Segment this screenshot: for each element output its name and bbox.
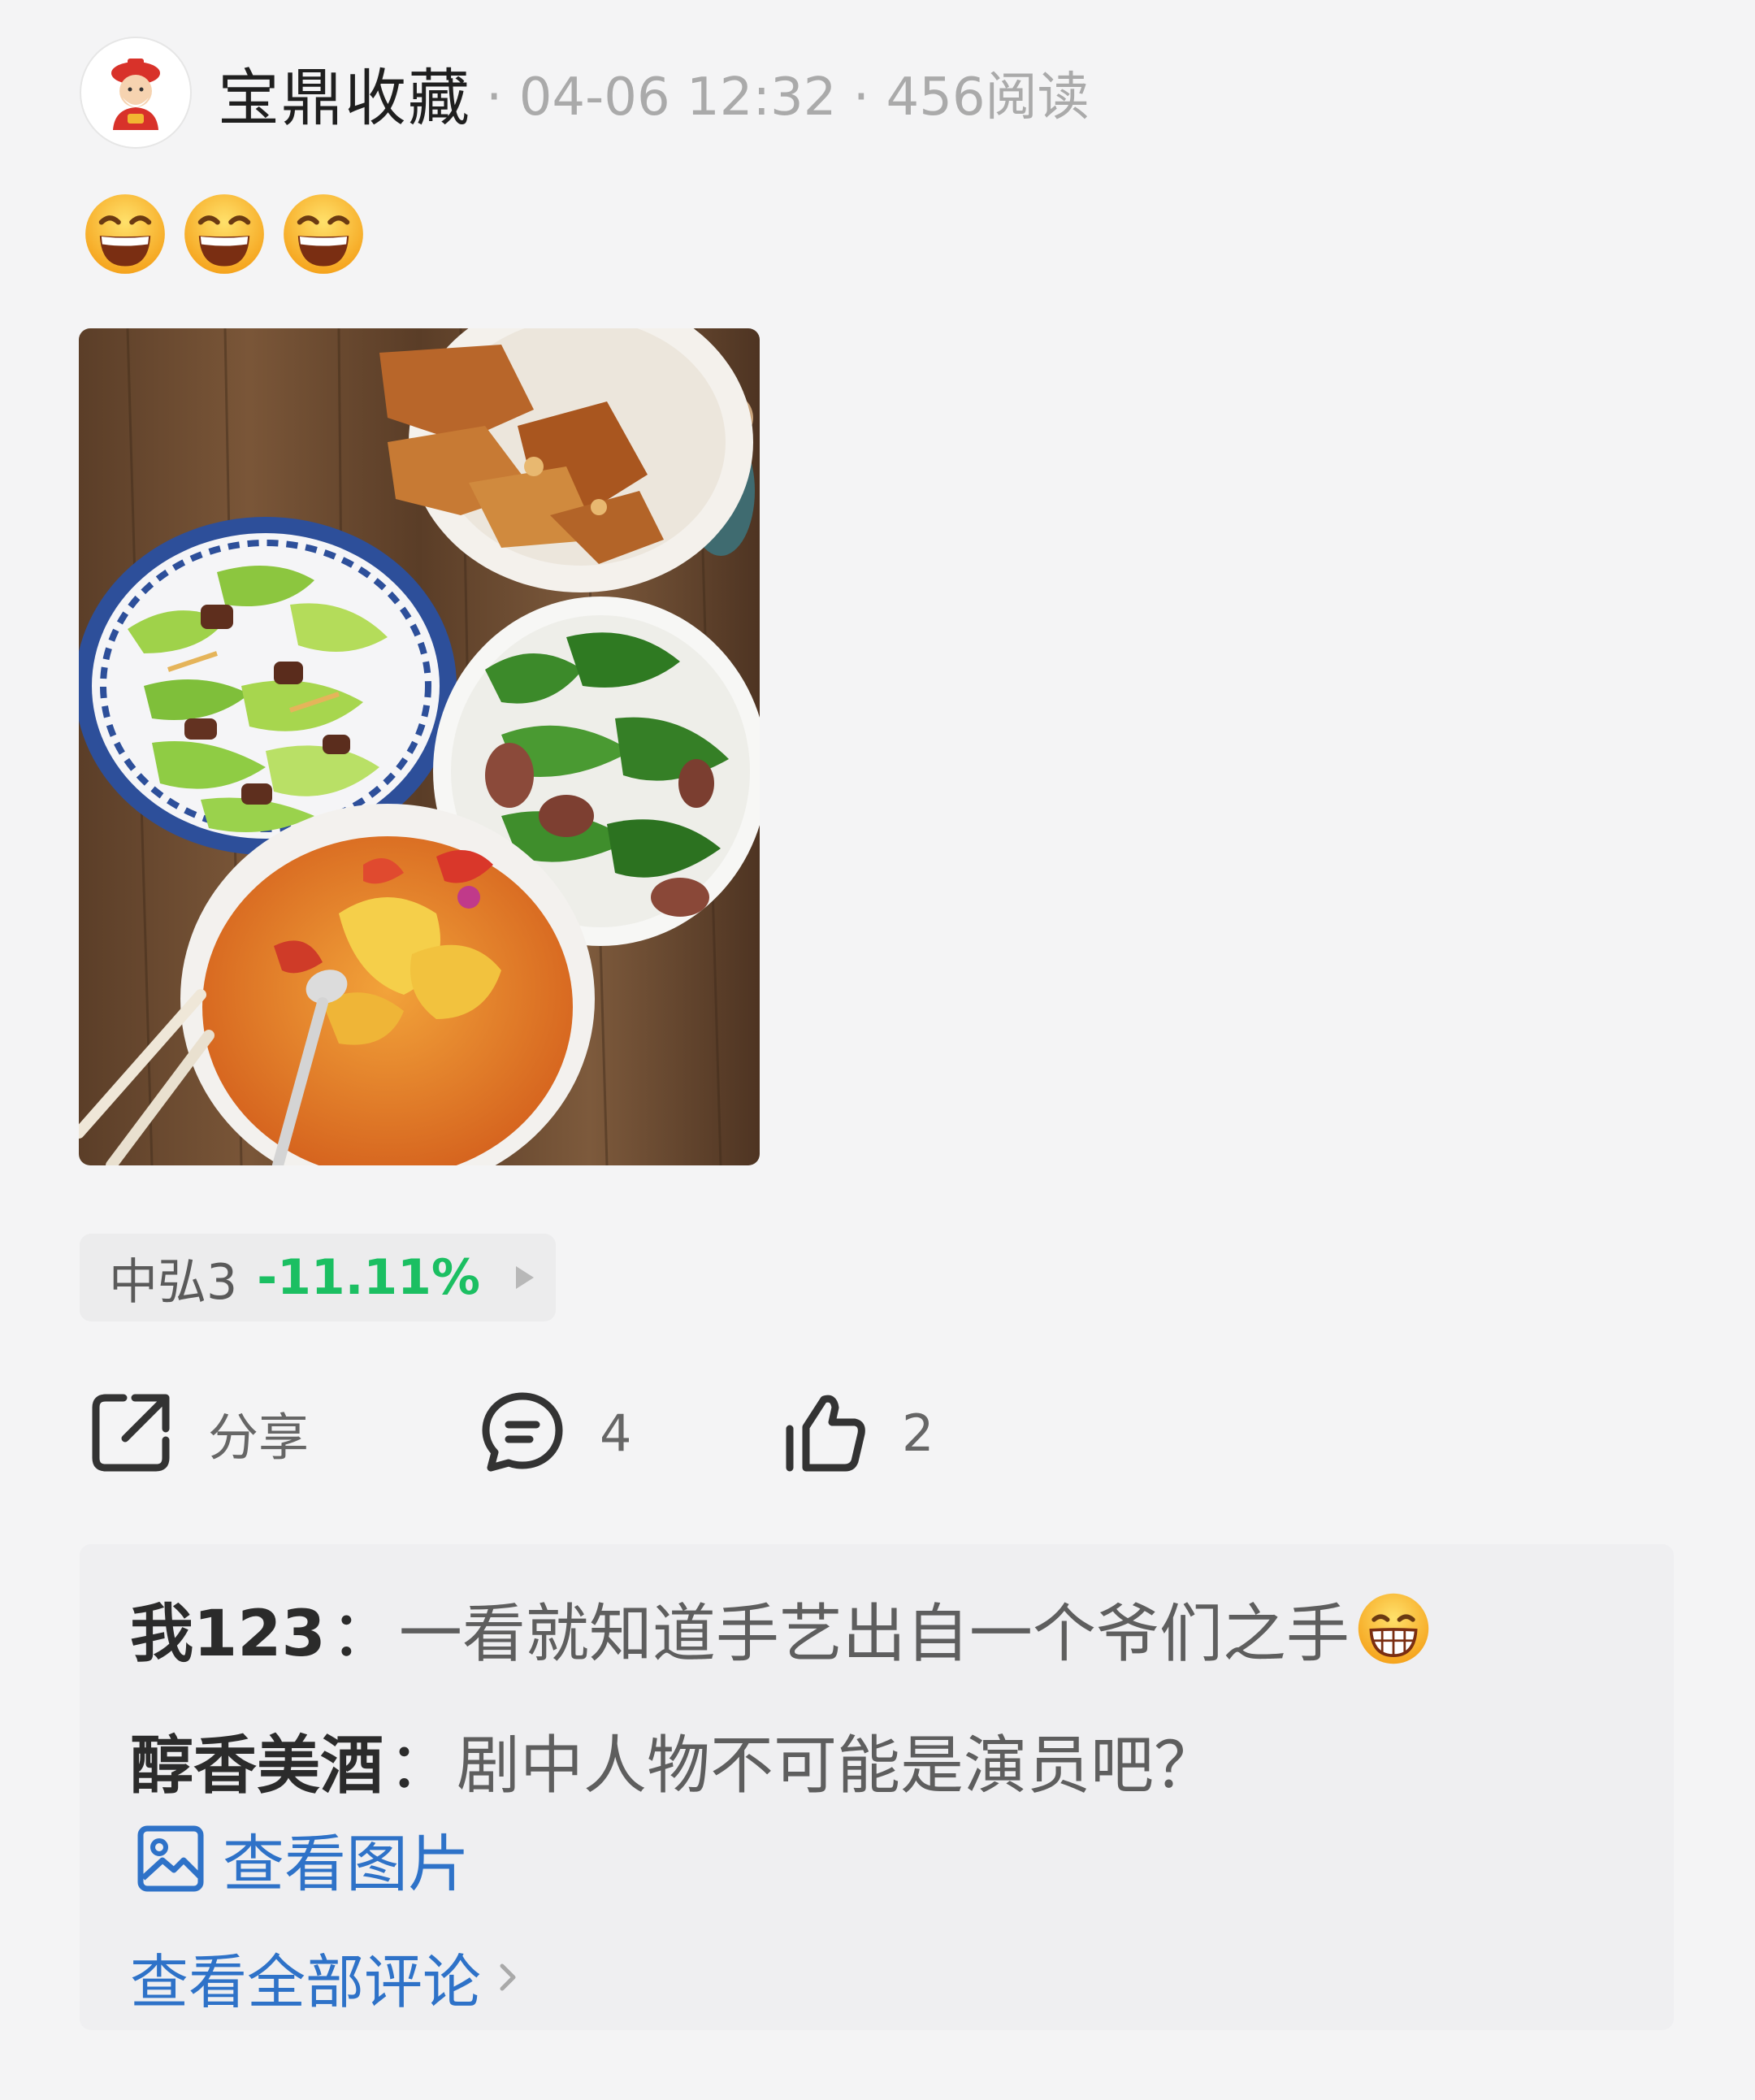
grinning-emoji-icon [184,194,264,274]
view-all-comments-link[interactable]: 查看全部评论 [130,1934,520,2020]
comments-panel: 我123 ： 一看就知道手艺出自一个爷们之手 醇香美酒 ： 剧中人物不可能是演员… [80,1544,1674,2030]
comment-item[interactable]: 醇香美酒 ： 剧中人物不可能是演员吧？ [130,1715,1217,1806]
grinning-emoji-icon [85,194,165,274]
image-icon [137,1825,204,1892]
comment-separator: ： [388,1729,453,1803]
grinning-emoji-icon [284,194,363,274]
author-avatar[interactable] [80,37,192,149]
comment-button[interactable]: 4 [479,1388,631,1477]
post-header: 宝鼎收藏 · 04-06 12:32 · 456阅读 [80,36,1090,150]
share-icon [92,1394,170,1472]
view-image-link[interactable]: 查看图片 [136,1814,470,1903]
view-image-label: 查看图片 [223,1828,470,1900]
post-emoji-row [83,192,366,276]
comment-separator: ： [330,1598,394,1671]
like-button[interactable]: 2 [782,1388,934,1477]
food-photo-illustration [79,328,760,1165]
comment-text: 剧中人物不可能是演员吧？ [457,1729,1218,1803]
stock-tag[interactable]: 中弘3 -11.11% [80,1234,556,1321]
comment-user[interactable]: 我123 [130,1583,326,1674]
share-label: 分享 [208,1408,310,1467]
grin-emoji-icon [1358,1593,1429,1664]
chevron-right-icon [500,1963,516,1990]
like-count: 2 [902,1403,934,1463]
fortune-god-icon [111,59,160,130]
comment-count: 4 [600,1403,632,1463]
share-button[interactable]: 分享 [88,1388,309,1477]
post-meta: · 04-06 12:32 · 456阅读 [486,67,1090,128]
play-arrow-icon [516,1266,534,1289]
stock-change: -11.11% [257,1249,480,1306]
comment-user[interactable]: 醇香美酒 [130,1715,384,1806]
view-all-comments-label: 查看全部评论 [130,1948,482,2016]
comment-text: 一看就知道手艺出自一个爷们之手 [398,1598,1350,1671]
comment-icon [482,1392,563,1472]
comment-item[interactable]: 我123 ： 一看就知道手艺出自一个爷们之手 [130,1583,1431,1674]
author-name[interactable]: 宝鼎收藏 [218,48,471,137]
stock-name: 中弘3 [109,1253,238,1311]
post-photo[interactable] [79,328,760,1165]
thumbs-up-icon [786,1395,865,1472]
